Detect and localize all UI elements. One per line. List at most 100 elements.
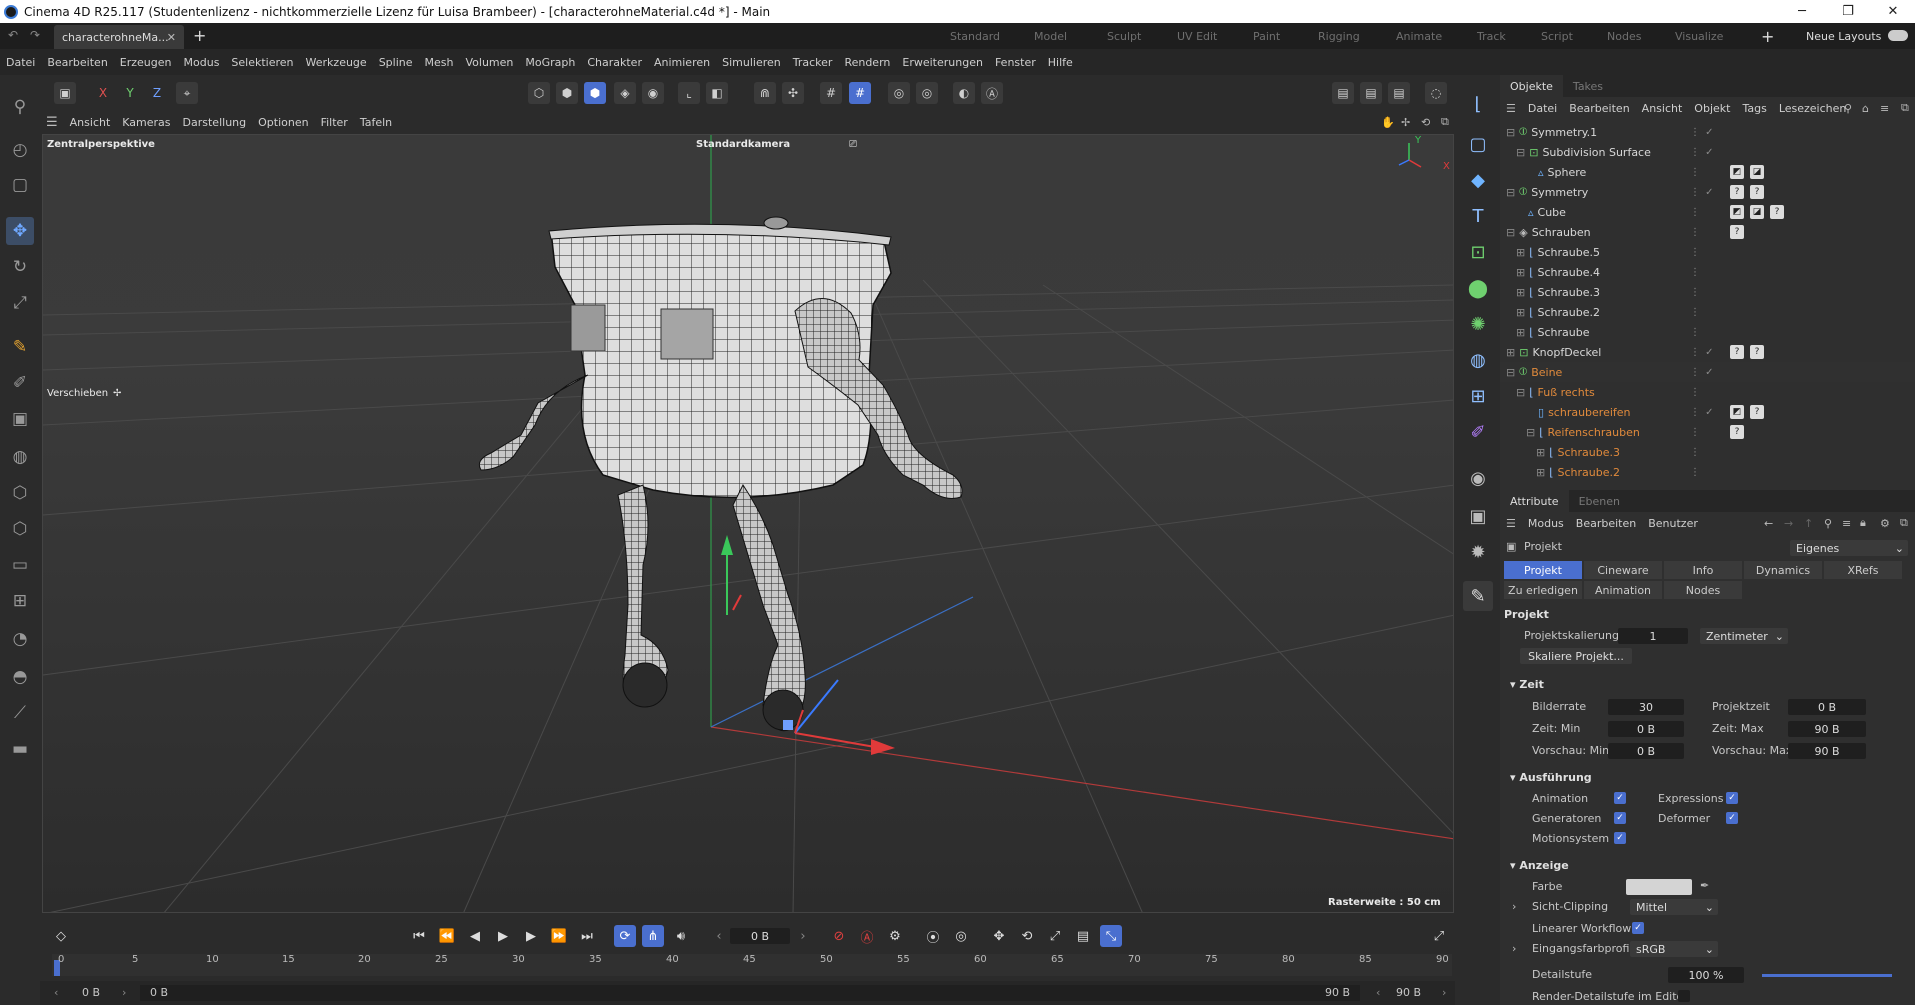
generatoren-checkbox[interactable]: ✓ (1614, 812, 1626, 824)
field-icon[interactable]: ⊞ (1463, 381, 1493, 411)
chevron-right-icon[interactable]: › (1512, 942, 1516, 955)
loop-icon[interactable]: ⟳ (614, 925, 636, 947)
menu-bearbeiten[interactable]: Bearbeiten (41, 56, 113, 69)
key-rotation-icon[interactable]: ⟲ (1016, 925, 1038, 947)
layout-rigging[interactable]: Rigging (1318, 23, 1360, 49)
tag-icon[interactable]: ? (1730, 345, 1744, 359)
snap-icon[interactable]: ⋒ (754, 82, 776, 104)
sculpt-tool-icon[interactable]: ✐ (6, 369, 34, 397)
object-row[interactable]: ▵ Sphere ⋮ ◩ ◪ (1500, 162, 1915, 182)
layout-visualize[interactable]: Visualize (1675, 23, 1723, 49)
skaliere-projekt-button[interactable]: Skaliere Projekt... (1520, 648, 1632, 664)
sound-icon[interactable]: 🔊︎ (670, 925, 692, 947)
range-right-arrow-icon[interactable]: › (122, 986, 126, 999)
color-swatch[interactable] (1626, 879, 1692, 895)
unit-dropdown[interactable]: Zentimeter ⌄ (1700, 628, 1788, 644)
box-selection-icon[interactable]: ▢ (6, 171, 34, 199)
objects-menu-ansicht[interactable]: Ansicht (1636, 102, 1689, 115)
forward-arrow-icon[interactable]: → (1778, 517, 1799, 530)
subtab-projekt[interactable]: Projekt (1504, 561, 1582, 579)
team-render-icon[interactable]: ◌ (1425, 82, 1447, 104)
render-settings-icon[interactable]: ◎ (916, 82, 938, 104)
add-layout-icon[interactable]: + (1761, 23, 1774, 49)
render-detail-checkbox[interactable] (1678, 990, 1690, 1002)
coordinate-system-icon[interactable]: ⌖ (176, 82, 198, 104)
cube-tool-icon[interactable]: ▣ (6, 405, 34, 433)
new-tab-icon[interactable]: + (193, 26, 206, 45)
tweak-tool-icon[interactable]: ◔ (6, 625, 34, 653)
cloner-icon[interactable]: ⬤ (1463, 273, 1493, 303)
next-key-icon[interactable]: ⏩ (548, 925, 570, 947)
layout-nodes[interactable]: Nodes (1607, 23, 1641, 49)
menu-fenster[interactable]: Fenster (989, 56, 1042, 69)
visibility-icon[interactable]: ⋮ ✓ (1690, 347, 1715, 358)
tab-takes[interactable]: Takes (1563, 75, 1613, 97)
viewport-menu-optionen[interactable]: Optionen (252, 116, 314, 129)
tag-icon[interactable]: ? (1730, 425, 1744, 439)
hamburger-menu-icon[interactable]: ☰ (40, 115, 64, 130)
knife-tool-icon[interactable]: ⟋ (6, 699, 34, 727)
bilderrate-field[interactable]: 30 (1608, 699, 1684, 715)
visibility-icon[interactable]: ⋮ (1690, 327, 1701, 338)
frame-next-arrow-icon[interactable]: › (792, 925, 814, 947)
workplane-icon[interactable]: # (849, 82, 871, 104)
prev-key-icon[interactable]: ⏪ (436, 925, 458, 947)
subtab-dynamics[interactable]: Dynamics (1744, 561, 1822, 579)
object-row[interactable]: ⊞ ⊡ KnopfDeckel ⋮ ✓?? (1500, 342, 1915, 362)
menu-erzeugen[interactable]: Erzeugen (114, 56, 178, 69)
zeit-min-field[interactable]: 0 B (1608, 721, 1684, 737)
object-row[interactable]: ⊟ ⦶ Symmetry ⋮ ✓?? (1500, 182, 1915, 202)
visibility-icon[interactable]: ⋮ (1690, 247, 1701, 258)
model-mode-icon[interactable]: ◈ (614, 82, 636, 104)
go-to-start-icon[interactable]: ⏮ (408, 925, 430, 947)
tag-icon[interactable]: ? (1750, 185, 1764, 199)
farbprofil-dropdown[interactable]: sRGB ⌄ (1630, 941, 1718, 957)
deformer-icon[interactable]: ◍ (1463, 345, 1493, 375)
keyframe-icon[interactable]: ◇ (50, 925, 72, 947)
solo-icon[interactable]: ◧ (706, 82, 728, 104)
menu-erweiterungen[interactable]: Erweiterungen (896, 56, 989, 69)
maximize-button[interactable]: ❐ (1825, 0, 1871, 23)
section-ausfuehrung[interactable]: ▾ Ausführung (1510, 771, 1592, 784)
object-row[interactable]: ⊟ ⦶ Symmetry.1 ⋮ ✓ (1500, 122, 1915, 142)
points-mode-icon[interactable]: ⬡ (528, 82, 550, 104)
object-row[interactable]: ⊟ ⌊ Fuß rechts ⋮ (1500, 382, 1915, 402)
tag-icon[interactable]: ? (1730, 225, 1744, 239)
objects-hamburger-icon[interactable]: ☰ (1500, 102, 1522, 115)
prev-frame-icon[interactable]: ◀ (464, 925, 486, 947)
key-settings-icon[interactable]: ⚙ (884, 925, 906, 947)
tab-objekte[interactable]: Objekte (1500, 75, 1563, 97)
viewport-menu-ansicht[interactable]: Ansicht (64, 116, 117, 129)
object-row[interactable]: ⊟ ⌊ Reifenschrauben ⋮? (1500, 422, 1915, 442)
visibility-icon[interactable]: ⋮ ✓ (1690, 127, 1715, 138)
menu-selektieren[interactable]: Selektieren (225, 56, 299, 69)
key-param-icon[interactable]: ▤ (1072, 925, 1094, 947)
key-position-icon[interactable]: ✥ (988, 925, 1010, 947)
texture-axis-icon[interactable]: ⬡ (6, 515, 34, 543)
objects-menu-objekt[interactable]: Objekt (1688, 102, 1736, 115)
edges-mode-icon[interactable]: ⬢ (556, 82, 578, 104)
subtab-info[interactable]: Info (1664, 561, 1742, 579)
range-left-arrow-icon[interactable]: ‹ (54, 986, 58, 999)
edit-icon[interactable]: ✎ (1463, 581, 1493, 611)
visibility-icon[interactable]: ⋮ (1690, 207, 1701, 218)
visibility-icon[interactable]: ⋮ (1690, 447, 1701, 458)
z-axis-lock[interactable]: Z (146, 82, 168, 104)
key-pla-icon[interactable]: ⤡ (1100, 925, 1122, 947)
tab-ebenen[interactable]: Ebenen (1569, 490, 1630, 512)
visibility-icon[interactable]: ⋮ ✓ (1690, 147, 1715, 158)
object-row[interactable]: ⊞ ⌊ Schraube.2 ⋮ (1500, 462, 1915, 482)
tag-icon[interactable]: ? (1750, 405, 1764, 419)
object-row[interactable]: ⊞ ⌊ Schraube.3 ⋮ (1500, 282, 1915, 302)
record-icon[interactable]: ⊘ (828, 925, 850, 947)
linear-workflow-checkbox[interactable]: ✓ (1632, 922, 1644, 934)
tag-icon[interactable]: ◪ (1750, 205, 1764, 219)
live-selection-icon[interactable]: ◴ (6, 136, 34, 164)
timeline-ruler[interactable]: 0 5 10 15 20 25 30 35 40 45 50 55 60 65 … (52, 954, 1452, 976)
object-row[interactable]: ▵ Cube ⋮ ◩ ◪? (1500, 202, 1915, 222)
neue-layouts-label[interactable]: Neue Layouts (1806, 23, 1881, 49)
grid-icon[interactable]: # (820, 82, 842, 104)
menu-simulieren[interactable]: Simulieren (716, 56, 787, 69)
attributes-hamburger-icon[interactable]: ☰ (1500, 517, 1522, 530)
layout-script[interactable]: Script (1541, 23, 1573, 49)
